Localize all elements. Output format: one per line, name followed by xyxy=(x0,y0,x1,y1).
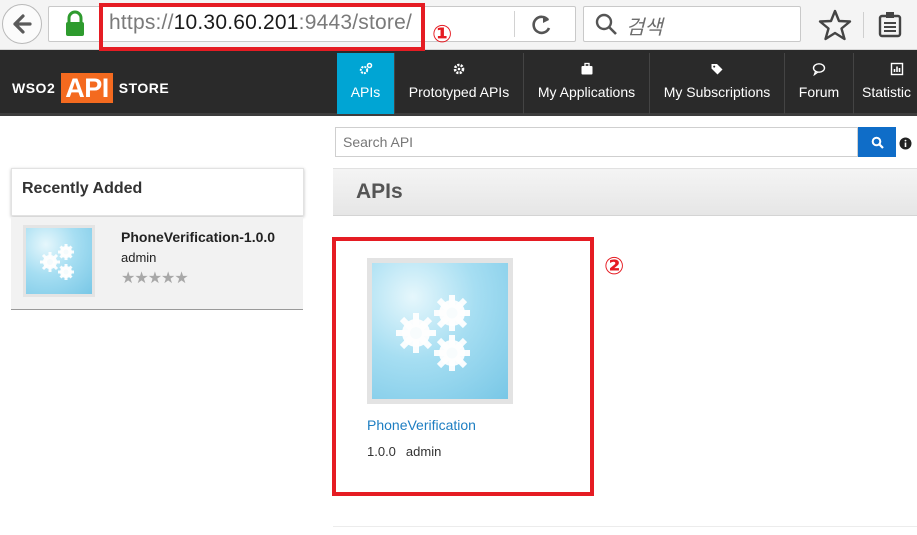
chart-icon xyxy=(890,62,904,76)
recent-api-owner: admin xyxy=(121,250,157,265)
nav-statistics[interactable]: Statistic xyxy=(853,53,917,114)
annotation-box-api-card xyxy=(332,237,594,496)
toolbar-divider xyxy=(863,12,864,38)
store-logo[interactable]: WSO2 API STORE xyxy=(12,73,169,103)
browser-search-placeholder: 검색 xyxy=(626,17,663,39)
comment-icon xyxy=(812,63,826,76)
nav-forum[interactable]: Forum xyxy=(784,53,853,114)
api-search-placeholder: Search API xyxy=(343,134,414,150)
recent-api-name[interactable]: PhoneVerification-1.0.0 xyxy=(121,229,275,245)
annotation-label-2: ② xyxy=(604,252,625,280)
nav-prototyped-apis[interactable]: Prototyped APIs xyxy=(394,53,523,114)
nav-apis[interactable]: APIs xyxy=(337,53,394,114)
star-icon[interactable] xyxy=(818,8,852,42)
logo-store-text: STORE xyxy=(118,80,170,96)
nav-my-subscriptions[interactable]: My Subscriptions xyxy=(649,53,784,114)
gears-icon xyxy=(40,244,74,280)
nav-statistics-label: Statistic xyxy=(862,84,912,100)
recent-api-thumbnail[interactable] xyxy=(23,225,95,297)
apis-section-header xyxy=(333,168,917,216)
api-search-button[interactable] xyxy=(858,127,896,157)
reader-icon[interactable] xyxy=(876,10,904,40)
nav-my-applications[interactable]: My Applications xyxy=(523,53,649,114)
back-arrow-icon xyxy=(13,14,32,34)
search-icon xyxy=(871,136,884,149)
logo-wso2-text: WSO2 xyxy=(12,80,56,96)
annotation-box-url xyxy=(99,3,425,51)
nav-my-subscriptions-label: My Subscriptions xyxy=(663,84,771,100)
tag-icon xyxy=(711,64,723,75)
nav-my-applications-label: My Applications xyxy=(537,84,636,100)
reload-icon[interactable] xyxy=(528,12,554,38)
gears-icon xyxy=(359,62,372,75)
back-button[interactable] xyxy=(2,4,42,44)
info-icon[interactable] xyxy=(899,137,912,150)
logo-api-text: API xyxy=(61,73,113,103)
api-search-input[interactable] xyxy=(335,127,858,157)
nav-prototyped-apis-label: Prototyped APIs xyxy=(408,84,510,100)
apis-section-title: APIs xyxy=(356,180,403,203)
annotation-label-1: ① xyxy=(432,20,453,48)
nav-forum-label: Forum xyxy=(798,84,840,100)
briefcase-icon xyxy=(581,62,592,75)
url-divider xyxy=(514,11,515,37)
nav-apis-label: APIs xyxy=(350,84,381,100)
rating-stars[interactable]: ★★★★★ xyxy=(121,268,189,288)
lock-icon xyxy=(66,10,84,36)
recently-added-title: Recently Added xyxy=(22,180,143,197)
gear-icon xyxy=(453,63,465,75)
search-icon xyxy=(595,13,617,35)
